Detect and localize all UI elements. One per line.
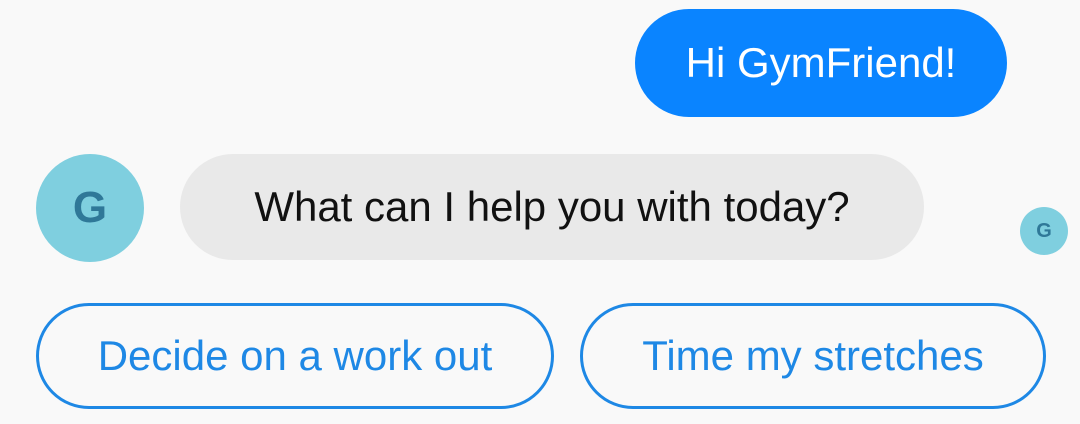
incoming-message-bubble: What can I help you with today? xyxy=(180,154,924,260)
suggestion-chip-time-stretches[interactable]: Time my stretches xyxy=(580,303,1046,409)
suggestion-chip-decide-workout[interactable]: Decide on a work out xyxy=(36,303,554,409)
outgoing-message-bubble: Hi GymFriend! xyxy=(635,9,1007,117)
read-receipt-avatar: G xyxy=(1020,207,1068,255)
bot-avatar: G xyxy=(36,154,144,262)
